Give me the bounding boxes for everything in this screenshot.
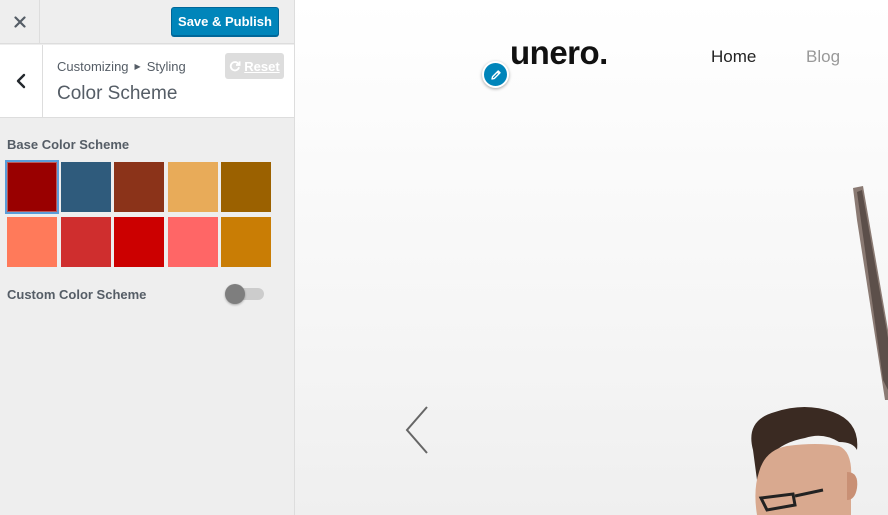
color-swatch-4[interactable] [167, 162, 218, 212]
color-swatch-9[interactable] [167, 217, 218, 267]
color-swatch-10[interactable] [221, 217, 271, 267]
color-swatch-7[interactable] [60, 217, 111, 267]
breadcrumb-customizing: Customizing [57, 59, 129, 74]
nav-link-home[interactable]: Home [711, 47, 756, 67]
reset-label: Reset [244, 58, 280, 74]
hero-image [751, 186, 888, 515]
section-header: Customizing ▶ Styling Color Scheme Reset [0, 45, 294, 118]
nav-link-blog[interactable]: Blog [806, 47, 840, 67]
color-swatch-1[interactable] [7, 162, 57, 212]
edit-logo-shortcut[interactable] [482, 61, 509, 88]
pencil-icon [490, 69, 501, 80]
site-preview: unero. Home Blog [295, 0, 888, 515]
breadcrumb-separator-icon: ▶ [134, 62, 141, 71]
customizer-window: Save & Publish Customizing ▶ Styling Col… [0, 0, 888, 515]
base-color-scheme-label: Base Color Scheme [7, 137, 130, 152]
breadcrumb: Customizing ▶ Styling [57, 59, 186, 74]
reset-icon [230, 61, 241, 72]
slider-prev-arrow[interactable] [403, 404, 433, 456]
reset-button[interactable]: Reset [225, 53, 284, 79]
customizer-sidebar: Save & Publish Customizing ▶ Styling Col… [0, 0, 295, 515]
custom-color-scheme-label: Custom Color Scheme [7, 287, 147, 302]
color-swatch-3[interactable] [114, 162, 164, 212]
color-swatch-5[interactable] [221, 162, 271, 212]
chevron-left-icon [16, 73, 26, 89]
save-publish-button[interactable]: Save & Publish [171, 7, 279, 36]
color-swatch-grid [7, 162, 277, 270]
color-swatch-8[interactable] [114, 217, 164, 267]
breadcrumb-styling: Styling [146, 59, 186, 74]
custom-color-scheme-toggle[interactable] [225, 284, 265, 304]
color-swatch-2[interactable] [60, 162, 111, 212]
back-button[interactable] [0, 45, 43, 117]
toggle-knob [225, 284, 245, 304]
section-title: Color Scheme [57, 83, 178, 104]
customizer-header: Save & Publish [0, 0, 294, 44]
site-logo[interactable]: unero. [510, 34, 608, 72]
color-swatch-6[interactable] [7, 217, 57, 267]
close-icon [13, 16, 26, 28]
close-button[interactable] [0, 0, 40, 44]
